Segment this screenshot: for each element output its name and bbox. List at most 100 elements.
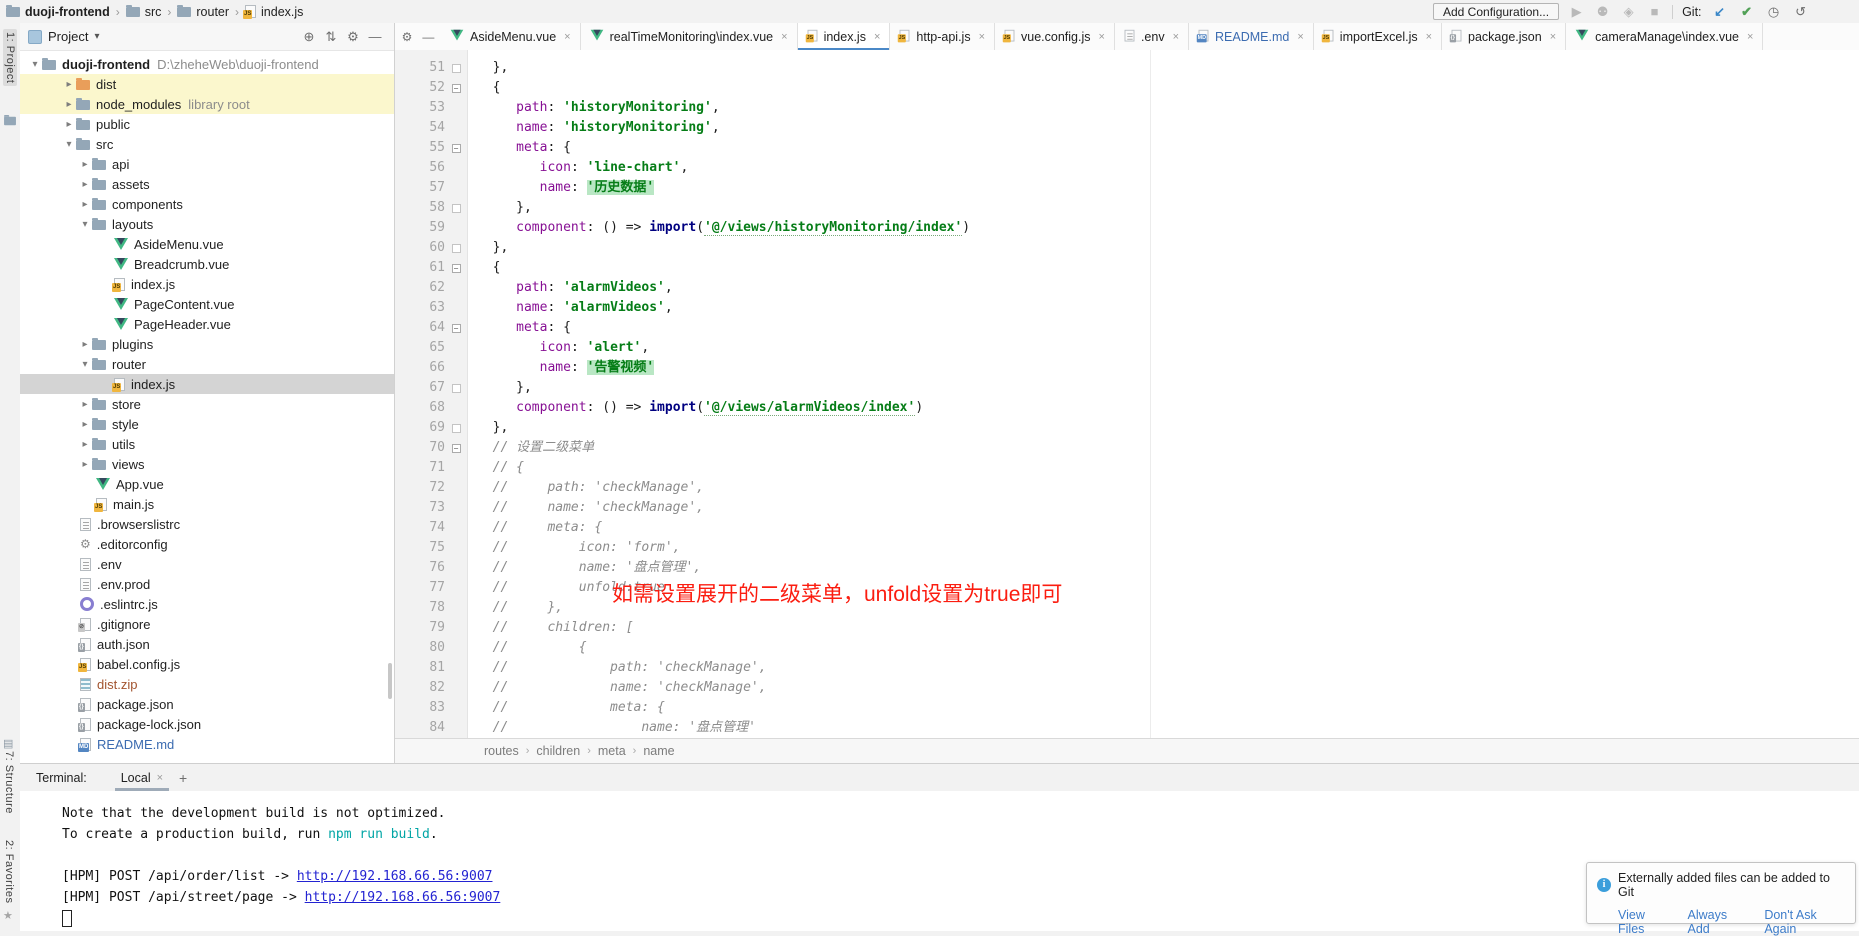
favorites-star-icon[interactable]: ★	[3, 909, 13, 922]
new-terminal-icon[interactable]: +	[179, 770, 187, 786]
chevron-right-icon[interactable]: ▸	[78, 399, 92, 410]
close-tab-icon[interactable]: ×	[1099, 31, 1105, 43]
terminal-output[interactable]: Note that the development build is not o…	[20, 791, 1859, 931]
fold-end-icon[interactable]	[452, 384, 461, 393]
code-line[interactable]: 57 name: '历史数据'	[395, 178, 1859, 198]
code-line[interactable]: 83 // meta: {	[395, 698, 1859, 718]
chevron-right-icon[interactable]: ▸	[62, 119, 76, 130]
code-breadcrumb-item[interactable]: meta	[598, 744, 626, 758]
stripe-project-button[interactable]: 1: Project	[3, 29, 17, 86]
run-icon[interactable]: ▶	[1568, 4, 1585, 20]
breadcrumb-item[interactable]: src	[126, 5, 162, 19]
breadcrumb-item[interactable]: JSindex.js	[245, 5, 303, 19]
tree-row[interactable]: {}package-lock.json	[20, 714, 394, 734]
chevron-right-icon[interactable]: ▸	[78, 199, 92, 210]
code-line[interactable]: 81 // path: 'checkManage',	[395, 658, 1859, 678]
code-line[interactable]: 65 icon: 'alert',	[395, 338, 1859, 358]
chevron-right-icon[interactable]: ▸	[62, 79, 76, 90]
coverage-icon[interactable]: ◈	[1620, 4, 1637, 20]
project-view-selector[interactable]: Project ▾	[28, 29, 298, 44]
breadcrumb-item[interactable]: router	[177, 5, 229, 19]
fold-collapse-icon[interactable]: −	[452, 444, 461, 453]
code-line[interactable]: 72 // path: 'checkManage',	[395, 478, 1859, 498]
stripe-structure-button[interactable]: 7: Structure	[3, 751, 15, 814]
editor-tab[interactable]: .env×	[1115, 23, 1189, 50]
fold-end-icon[interactable]	[452, 64, 461, 73]
code-line[interactable]: 80 // {	[395, 638, 1859, 658]
tree-row[interactable]: JSindex.js	[20, 374, 394, 394]
code-line[interactable]: 53 path: 'historyMonitoring',	[395, 98, 1859, 118]
editor-tab[interactable]: MDREADME.md×	[1189, 23, 1314, 50]
tree-row[interactable]: ▸node_moduleslibrary root	[20, 94, 394, 114]
git-update-icon[interactable]: ↙	[1711, 4, 1729, 20]
code-breadcrumb-item[interactable]: children	[536, 744, 580, 758]
tree-row[interactable]: ▸public	[20, 114, 394, 134]
tree-row[interactable]: dist.zip	[20, 674, 394, 694]
code-line[interactable]: 73 // name: 'checkManage',	[395, 498, 1859, 518]
chevron-down-icon[interactable]: ▾	[78, 359, 92, 370]
gear-icon[interactable]: ⚙	[342, 29, 364, 45]
tree-row[interactable]: {}package.json	[20, 694, 394, 714]
code-line[interactable]: 61− {	[395, 258, 1859, 278]
close-tab-icon[interactable]: ×	[1747, 31, 1753, 43]
code-breadcrumb-item[interactable]: routes	[484, 744, 519, 758]
fold-end-icon[interactable]	[452, 424, 461, 433]
tree-row[interactable]: .browserslistrc	[20, 514, 394, 534]
add-configuration-button[interactable]: Add Configuration...	[1433, 3, 1559, 20]
tree-row[interactable]: .env.prod	[20, 574, 394, 594]
close-tab-icon[interactable]: ×	[1550, 31, 1556, 43]
tree-row[interactable]: JSmain.js	[20, 494, 394, 514]
close-tab-icon[interactable]: ×	[874, 31, 880, 43]
notification-action-link[interactable]: View Files	[1618, 908, 1671, 936]
code-line[interactable]: 58 },	[395, 198, 1859, 218]
editor-tab[interactable]: JSimportExcel.js×	[1314, 23, 1442, 50]
close-tab-icon[interactable]: ×	[781, 31, 787, 43]
code-line[interactable]: 60 },	[395, 238, 1859, 258]
tree-row[interactable]: .eslintrc.js	[20, 594, 394, 614]
structure-icon[interactable]: ▤	[3, 737, 13, 750]
stripe-favorites-button[interactable]: 2: Favorites	[3, 840, 15, 903]
tree-row[interactable]: App.vue	[20, 474, 394, 494]
editor-tab[interactable]: AsideMenu.vue×	[441, 23, 581, 50]
tree-row[interactable]: ▾router	[20, 354, 394, 374]
code-line[interactable]: 84 // name: '盘点管理'	[395, 718, 1859, 738]
code-line[interactable]: 52− {	[395, 78, 1859, 98]
collapse-all-icon[interactable]: ⇅	[320, 29, 342, 45]
editor-tab[interactable]: JSvue.config.js×	[995, 23, 1115, 50]
locate-icon[interactable]: ⊕	[298, 29, 320, 45]
code-line[interactable]: 76 // name: '盘点管理',	[395, 558, 1859, 578]
tree-row[interactable]: AsideMenu.vue	[20, 234, 394, 254]
chevron-right-icon[interactable]: ▸	[78, 439, 92, 450]
close-tab-icon[interactable]: ×	[564, 31, 570, 43]
hide-icon[interactable]: —	[422, 30, 434, 44]
code-editor[interactable]: 51 },52− {53 path: 'historyMonitoring',5…	[395, 50, 1859, 738]
terminal-link[interactable]: http://192.168.66.56:9007	[305, 890, 501, 905]
chevron-right-icon[interactable]: ▸	[78, 159, 92, 170]
fold-collapse-icon[interactable]: −	[452, 144, 461, 153]
fold-collapse-icon[interactable]: −	[452, 264, 461, 273]
editor-tab[interactable]: cameraManage\index.vue×	[1566, 23, 1763, 50]
tree-row[interactable]: .env	[20, 554, 394, 574]
terminal-link[interactable]: http://192.168.66.56:9007	[297, 869, 493, 884]
tree-row[interactable]: ▸store	[20, 394, 394, 414]
chevron-right-icon[interactable]: ▸	[62, 99, 76, 110]
tree-row[interactable]: ▾src	[20, 134, 394, 154]
tree-row[interactable]: JSindex.js	[20, 274, 394, 294]
notification-action-link[interactable]: Don't Ask Again	[1764, 908, 1845, 936]
editor-tab[interactable]: JSindex.js×	[798, 23, 891, 50]
code-line[interactable]: 79 // children: [	[395, 618, 1859, 638]
code-line[interactable]: 55− meta: {	[395, 138, 1859, 158]
debug-icon[interactable]: ⚉	[1594, 4, 1611, 20]
code-line[interactable]: 75 // icon: 'form',	[395, 538, 1859, 558]
notification-action-link[interactable]: Always Add	[1688, 908, 1748, 936]
terminal-tab-local[interactable]: Local ×	[115, 764, 169, 791]
breadcrumb-item[interactable]: duoji-frontend	[6, 5, 110, 19]
hide-panel-icon[interactable]: —	[364, 29, 386, 44]
fold-end-icon[interactable]	[452, 204, 461, 213]
chevron-down-icon[interactable]: ▾	[78, 219, 92, 230]
tree-row[interactable]: ▸dist	[20, 74, 394, 94]
tree-row[interactable]: ▸assets	[20, 174, 394, 194]
git-rollback-icon[interactable]: ↺	[1792, 4, 1810, 20]
tree-row[interactable]: {}auth.json	[20, 634, 394, 654]
tree-row[interactable]: ▾layouts	[20, 214, 394, 234]
